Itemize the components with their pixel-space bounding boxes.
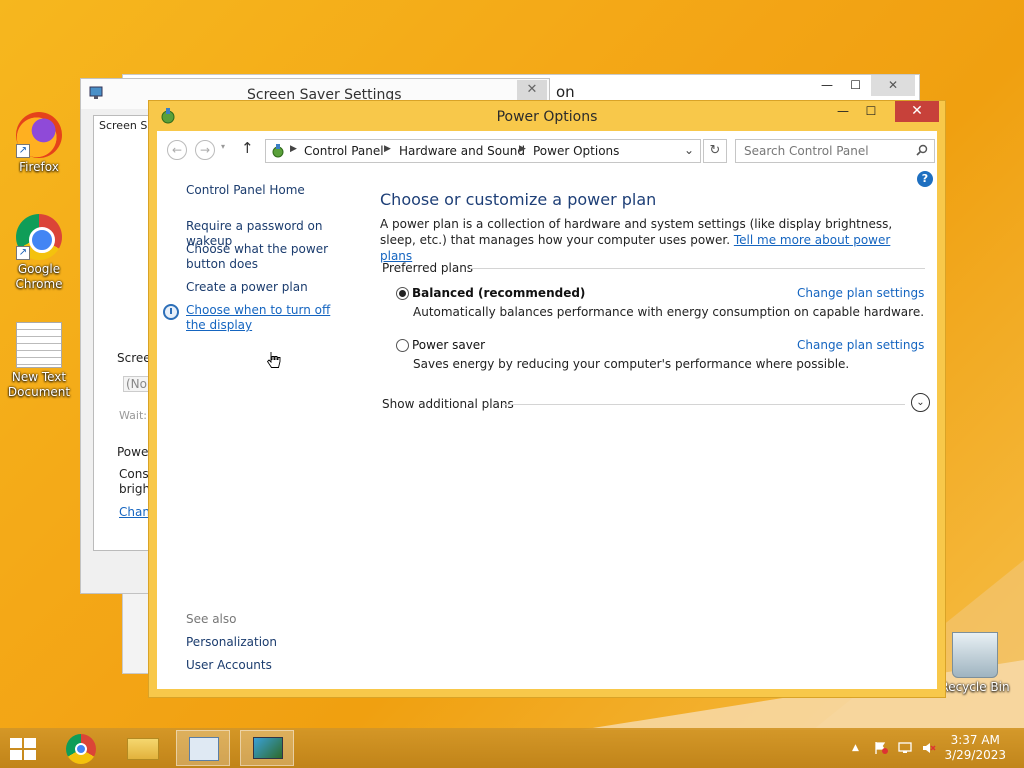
desktop-icon-chrome[interactable]: ↗ Google Chrome	[4, 214, 74, 292]
recycle-bin-icon	[952, 632, 998, 678]
window-content: ← → ▾ ↑ ▶ Control Panel ▶ Hardware and S…	[157, 131, 937, 689]
change-plan-settings-balanced[interactable]: Change plan settings	[797, 286, 924, 300]
breadcrumb-control-panel[interactable]: Control Panel	[304, 144, 384, 158]
change-power-settings-link[interactable]: Chan	[119, 505, 150, 519]
control-panel-icon	[272, 144, 284, 158]
radio-balanced[interactable]	[396, 287, 409, 300]
desktop-icon-firefox[interactable]: ↗ Firefox	[4, 112, 74, 175]
nav-user-accounts[interactable]: User Accounts	[186, 658, 356, 673]
close-button[interactable]: ✕	[871, 75, 915, 96]
search-input[interactable]: Search Control Panel	[735, 139, 935, 163]
shortcut-arrow-icon: ↗	[16, 246, 30, 260]
clock-icon	[163, 304, 179, 320]
monitor-icon	[253, 737, 283, 759]
taskbar: ▲ 3:37 AM 3/29/2023	[0, 728, 1024, 768]
minimize-button[interactable]: —	[821, 78, 833, 92]
expand-chevron-icon[interactable]: ⌄	[911, 393, 930, 412]
taskbar-control-panel[interactable]	[176, 730, 230, 766]
maximize-button[interactable]: ☐	[857, 101, 885, 122]
nav-power-button[interactable]: Choose what the power button does	[186, 242, 356, 272]
nav-create-power-plan[interactable]: Create a power plan	[186, 280, 356, 295]
up-button[interactable]: ↑	[241, 139, 254, 157]
title-bar[interactable]: Power Options — ☐ ✕	[149, 101, 945, 131]
action-center-flag-icon[interactable]	[874, 741, 888, 755]
change-plan-settings-power-saver[interactable]: Change plan settings	[797, 338, 924, 352]
windows-logo-icon	[10, 738, 22, 748]
shortcut-arrow-icon: ↗	[16, 144, 30, 158]
network-icon[interactable]	[898, 741, 912, 755]
desktop-icon-recycle-bin[interactable]: Recycle Bin	[940, 632, 1010, 695]
windows-logo-icon	[24, 750, 36, 760]
radio-power-saver[interactable]	[396, 339, 409, 352]
breadcrumb-power-options[interactable]: Power Options	[533, 144, 619, 158]
address-bar[interactable]: ▶ Control Panel ▶ Hardware and Sound ▶ P…	[265, 139, 701, 163]
search-placeholder: Search Control Panel	[744, 144, 869, 158]
show-additional-plans-label[interactable]: Show additional plans	[382, 397, 514, 411]
refresh-button[interactable]: ↻	[703, 139, 727, 163]
taskbar-chrome[interactable]	[54, 730, 108, 766]
desktop-icon-label: Firefox	[19, 160, 59, 174]
breadcrumb-separator-icon[interactable]: ▶	[384, 144, 391, 154]
address-toolbar: ← → ▾ ↑ ▶ Control Panel ▶ Hardware and S…	[165, 137, 935, 163]
chrome-icon: ↗	[16, 214, 62, 260]
windows-logo-icon	[24, 738, 36, 748]
control-panel-icon	[189, 737, 219, 761]
nav-personalization[interactable]: Personalization	[186, 635, 356, 650]
plan-desc-balanced: Automatically balances performance with …	[413, 305, 925, 319]
plan-name-power-saver[interactable]: Power saver	[412, 338, 485, 352]
window-title: Power Options	[496, 109, 598, 125]
maximize-button[interactable]: ☐	[850, 78, 861, 92]
monitor-icon	[89, 86, 103, 99]
recent-pages-chevron-icon[interactable]: ▾	[221, 142, 225, 151]
breadcrumb-separator-icon[interactable]: ▶	[290, 144, 297, 154]
intro-text: A power plan is a collection of hardware…	[380, 216, 920, 264]
section-divider	[470, 268, 925, 269]
windows-logo-icon	[10, 750, 22, 760]
breadcrumb-separator-icon[interactable]: ▶	[519, 144, 526, 154]
system-clock[interactable]: 3:37 AM 3/29/2023	[944, 733, 1006, 763]
desktop-icon-label: Google Chrome	[15, 262, 63, 291]
taskbar-screen-saver[interactable]	[240, 730, 294, 766]
clock-time: 3:37 AM	[950, 733, 1000, 747]
back-button[interactable]: ←	[167, 140, 187, 160]
help-icon[interactable]: ?	[917, 171, 933, 187]
section-divider	[503, 404, 905, 405]
close-button[interactable]: ✕	[517, 80, 547, 100]
desktop-icon-label: Recycle Bin	[940, 680, 1010, 694]
window-title: on	[556, 83, 575, 101]
address-dropdown-chevron-icon[interactable]: ⌄	[684, 143, 694, 157]
show-hidden-icons-chevron-icon[interactable]: ▲	[852, 741, 866, 755]
preferred-plans-label: Preferred plans	[382, 261, 474, 275]
breadcrumb-hardware-and-sound[interactable]: Hardware and Sound	[399, 144, 525, 158]
nav-turn-off-display[interactable]: Choose when to turn off the display	[186, 303, 346, 333]
desktop-icon-label: New Text Document	[7, 370, 71, 399]
plan-desc-power-saver: Saves energy by reducing your computer's…	[413, 357, 850, 371]
hand-cursor-icon	[267, 352, 281, 368]
start-button[interactable]	[10, 738, 38, 760]
clock-date: 3/29/2023	[944, 748, 1006, 762]
volume-muted-icon[interactable]	[922, 741, 936, 755]
desktop-icon-text-document[interactable]: New Text Document	[4, 322, 74, 400]
text-document-icon	[16, 322, 62, 368]
see-also-label: See also	[186, 612, 237, 626]
group-label: Powe	[117, 445, 149, 459]
search-icon[interactable]	[916, 144, 928, 156]
forward-button[interactable]: →	[195, 140, 215, 160]
tab-screen-saver[interactable]: Screen Sa	[99, 119, 154, 132]
chrome-icon	[66, 734, 96, 764]
power-options-window[interactable]: Power Options — ☐ ✕ ← → ▾ ↑ ▶ Control Pa…	[148, 100, 946, 698]
close-button[interactable]: ✕	[895, 101, 939, 122]
wait-label: Wait:	[119, 409, 147, 422]
taskbar-file-explorer[interactable]	[116, 730, 170, 766]
nav-control-panel-home[interactable]: Control Panel Home	[186, 183, 356, 198]
minimize-button[interactable]: —	[829, 101, 857, 122]
page-title: Choose or customize a power plan	[380, 190, 657, 209]
folder-icon	[127, 738, 159, 760]
plan-name-balanced[interactable]: Balanced (recommended)	[412, 286, 585, 300]
firefox-icon: ↗	[16, 112, 62, 158]
